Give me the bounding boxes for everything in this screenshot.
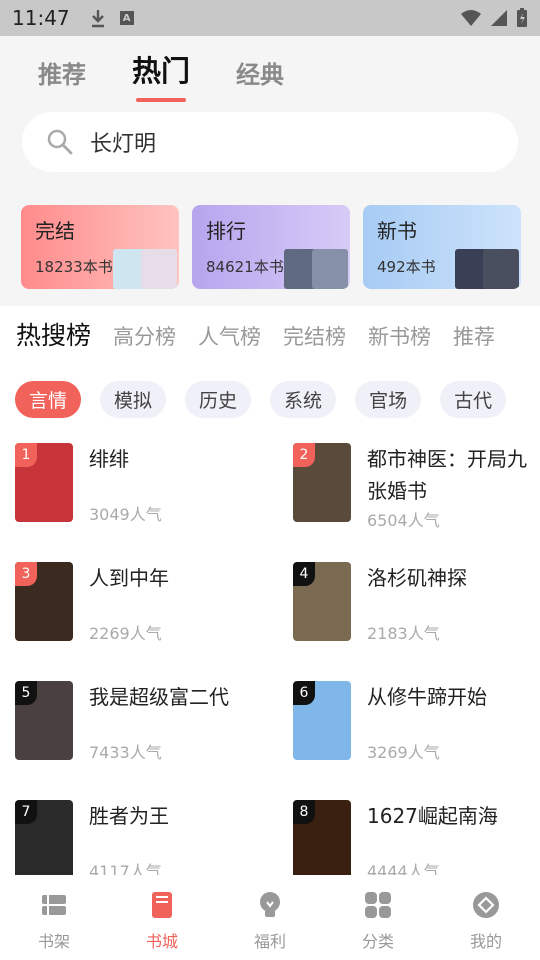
card-new-books[interactable]: 新书 492本书 (363, 205, 521, 289)
nav-bookshelf[interactable]: 书架 (0, 875, 108, 960)
book-popularity: 7433人气 (89, 743, 162, 762)
card-title: 完结 (35, 219, 75, 243)
book-cover: 7 (15, 800, 73, 875)
nav-label: 我的 (469, 932, 502, 951)
book-item[interactable]: 2 都市神医：开局九张婚书 6504人气 (293, 443, 533, 533)
download-icon (91, 10, 104, 28)
book-popularity: 2183人气 (367, 624, 440, 643)
profile-icon (473, 892, 499, 918)
tab-classic[interactable]: 经典 (236, 55, 284, 102)
tab-hot[interactable]: 热门 (132, 48, 190, 102)
book-cover: 1 (15, 443, 73, 522)
book-item[interactable]: 4 洛杉矶神探 2183人气 (293, 562, 533, 652)
rank-tab-high-score[interactable]: 高分榜 (113, 321, 176, 351)
card-completed[interactable]: 完结 18233本书 (21, 205, 179, 289)
rank-badge: 8 (293, 800, 315, 824)
bookshelf-icon (42, 895, 66, 915)
book-title: 胜者为王 (89, 804, 169, 828)
book-title: 从修牛蹄开始 (367, 685, 487, 709)
rank-tab-recommend[interactable]: 推荐 (453, 321, 495, 351)
book-cover: 2 (293, 443, 351, 522)
book-list: 1 绯绯 3049人气 2 都市神医：开局九张婚书 6504人气 3 人到中年 … (15, 443, 540, 875)
nav-label: 福利 (253, 932, 286, 951)
rank-badge: 5 (15, 681, 37, 705)
signal-icon (491, 10, 507, 26)
book-item[interactable]: 1 绯绯 3049人气 (15, 443, 255, 533)
wifi-icon (461, 10, 481, 26)
book-title: 绯绯 (89, 447, 129, 471)
rank-badge: 6 (293, 681, 315, 705)
nav-category[interactable]: 分类 (324, 875, 432, 960)
nav-label: 分类 (361, 932, 394, 951)
book-cover: 8 (293, 800, 351, 875)
book-popularity: 6504人气 (367, 511, 440, 530)
book-item[interactable]: 3 人到中年 2269人气 (15, 562, 255, 652)
book-cover: 4 (293, 562, 351, 641)
chip-simulation[interactable]: 模拟 (100, 381, 167, 418)
book-item[interactable]: 6 从修牛蹄开始 3269人气 (293, 681, 533, 771)
search-bar[interactable]: 长灯明 (22, 112, 518, 172)
chip-ancient[interactable]: 古代 (440, 381, 507, 418)
book-item[interactable]: 5 我是超级富二代 7433人气 (15, 681, 255, 771)
status-bar: 11:47 A (0, 0, 540, 36)
rank-tab-hot-search[interactable]: 热搜榜 (16, 316, 91, 352)
book-popularity: 3049人气 (89, 505, 162, 524)
top-tabs: 推荐 热门 经典 (38, 48, 284, 102)
book-cover: 6 (293, 681, 351, 760)
bulb-icon (260, 892, 280, 917)
category-icon (365, 892, 391, 918)
book-item[interactable]: 8 1627崛起南海 4444人气 (293, 800, 533, 875)
nav-bookstore[interactable]: 书城 (108, 875, 216, 960)
book-cover: 5 (15, 681, 73, 760)
book-item[interactable]: 7 胜者为王 4117人气 (15, 800, 255, 875)
rank-badge: 7 (15, 800, 37, 824)
rank-badge: 1 (15, 443, 37, 467)
book-title: 1627崛起南海 (367, 804, 498, 828)
status-time: 11:47 (12, 6, 70, 30)
chip-history[interactable]: 历史 (185, 381, 252, 418)
category-cards: 完结 18233本书 排行 84621本书 新书 492本书 (21, 205, 521, 289)
rank-badge: 3 (15, 562, 37, 586)
book-cover: 3 (15, 562, 73, 641)
chip-officialdom[interactable]: 官场 (355, 381, 422, 418)
card-cover-image (312, 249, 348, 289)
book-popularity: 2269人气 (89, 624, 162, 643)
search-input[interactable]: 长灯明 (90, 126, 156, 158)
book-title: 都市神医：开局九张婚书 (367, 447, 527, 503)
notification-icon: A (119, 11, 134, 25)
card-title: 新书 (377, 219, 417, 243)
card-cover-image (483, 249, 519, 289)
chip-system[interactable]: 系统 (270, 381, 337, 418)
battery-icon (517, 8, 527, 27)
book-popularity: 3269人气 (367, 743, 440, 762)
book-icon (152, 892, 172, 918)
rank-badge: 4 (293, 562, 315, 586)
card-title: 排行 (206, 219, 246, 243)
tab-recommend[interactable]: 推荐 (38, 55, 86, 102)
bottom-nav: 书架 书城 福利 分类 我的 (0, 875, 540, 960)
rank-tab-completed[interactable]: 完结榜 (283, 321, 346, 351)
book-title: 我是超级富二代 (89, 685, 229, 709)
nav-label: 书城 (145, 932, 178, 951)
card-ranking[interactable]: 排行 84621本书 (192, 205, 350, 289)
rank-tab-new[interactable]: 新书榜 (368, 321, 431, 351)
genre-chips: 言情 模拟 历史 系统 官场 古代 (15, 381, 510, 418)
book-popularity: 4444人气 (367, 862, 440, 875)
rank-tabs: 热搜榜 高分榜 人气榜 完结榜 新书榜 推荐 (16, 316, 540, 352)
nav-welfare[interactable]: 福利 (216, 875, 324, 960)
book-popularity: 4117人气 (89, 862, 162, 875)
top-area: 推荐 热门 经典 长灯明 完结 18233本书 排行 84621本书 新书 49… (0, 36, 540, 306)
book-title: 洛杉矶神探 (367, 566, 467, 590)
chip-romance[interactable]: 言情 (15, 381, 82, 418)
nav-profile[interactable]: 我的 (432, 875, 540, 960)
book-title: 人到中年 (89, 566, 169, 590)
rank-tab-popularity[interactable]: 人气榜 (198, 321, 261, 351)
rank-badge: 2 (293, 443, 315, 467)
nav-label: 书架 (37, 932, 70, 951)
card-cover-image (141, 249, 177, 289)
search-icon (47, 129, 73, 155)
